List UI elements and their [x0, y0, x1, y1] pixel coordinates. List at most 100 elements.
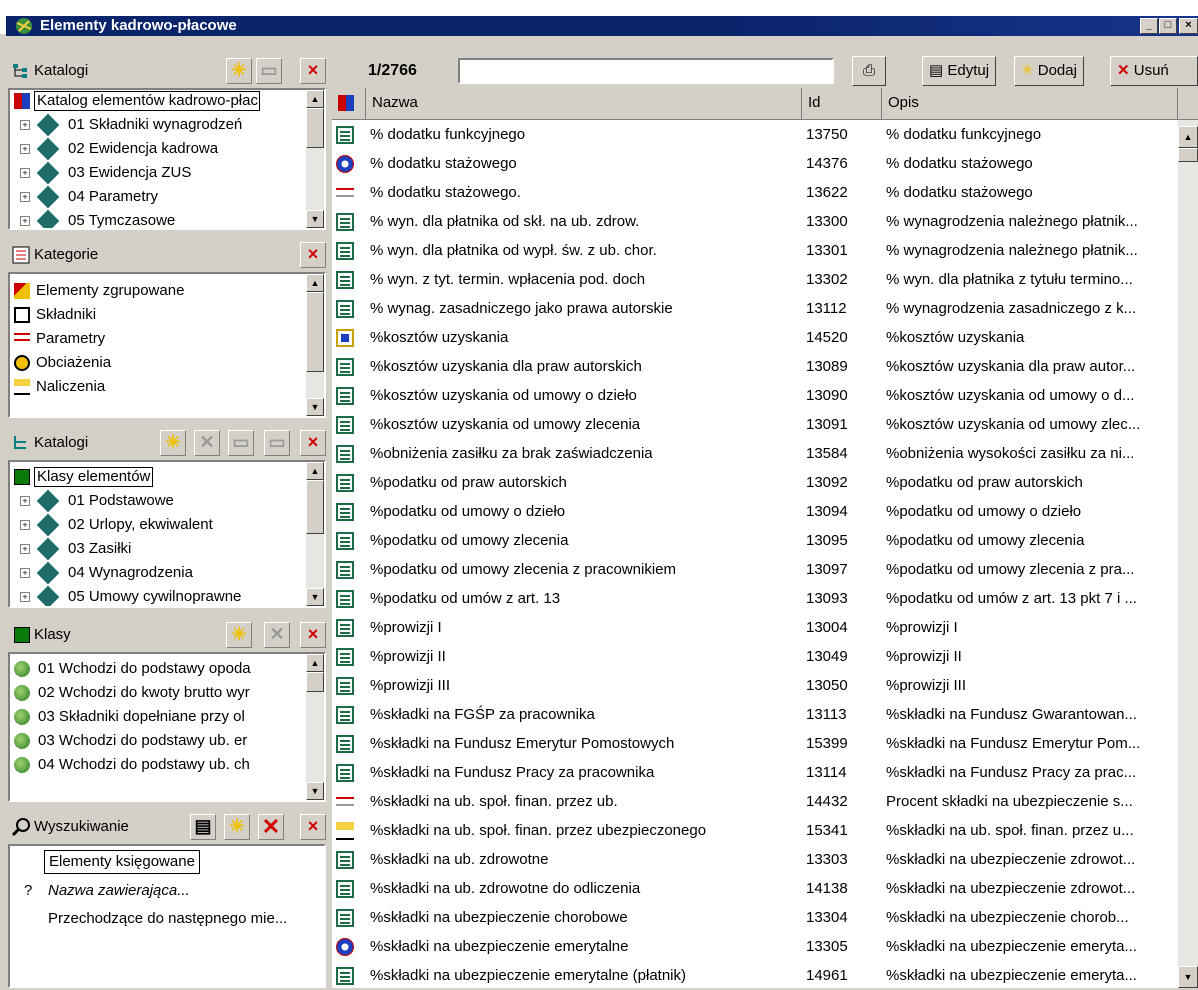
grid-scrollbar[interactable]: ▲ ▼: [1178, 120, 1198, 988]
saved-search-item[interactable]: ? Nazwa zawierająca...: [24, 880, 190, 902]
element-id: 13114: [806, 764, 847, 781]
table-row[interactable]: %składki na ubezpieczenie emerytalne 1330…: [332, 932, 1178, 961]
scroll-thumb[interactable]: [1178, 148, 1198, 162]
note-icon: [336, 387, 354, 405]
expand-icon: +: [20, 192, 30, 202]
table-row[interactable]: %podatku od umowy o dzieło 13094 %podatku …: [332, 497, 1178, 526]
cut-button[interactable]: ✕: [194, 430, 220, 456]
scroll-up-icon[interactable]: ▲: [1178, 126, 1198, 148]
table-row[interactable]: % wyn. z tyt. termin. wpłacenia pod. doc…: [332, 265, 1178, 294]
scroll-thumb[interactable]: [306, 108, 324, 148]
elements-grid[interactable]: % dodatku funkcyjnego 13750 % dodatku funk…: [332, 120, 1178, 988]
scroll-down-icon[interactable]: ▼: [1178, 966, 1198, 988]
new-folder-button[interactable]: ✳: [226, 58, 252, 84]
table-row[interactable]: %podatku od umów z art. 13 13093 %podatku …: [332, 584, 1178, 613]
table-row[interactable]: % dodatku stażowego 14376 % dodatku stażow…: [332, 149, 1178, 178]
scroll-down-icon[interactable]: ▼: [306, 782, 324, 800]
klasy-scrollbar[interactable]: ▲ ▼: [306, 654, 324, 800]
edit-search-button[interactable]: ▤: [190, 814, 216, 840]
table-row[interactable]: % wyn. dla płatnika od wypł. św. z ub. c…: [332, 236, 1178, 265]
folder-icon: ▭: [260, 60, 278, 80]
table-row[interactable]: %kosztów uzyskania 14520 %kosztów uzyskani…: [332, 323, 1178, 352]
table-row[interactable]: % dodatku funkcyjnego 13750 % dodatku funk…: [332, 120, 1178, 149]
saved-search-item[interactable]: Elementy księgowane: [44, 850, 200, 874]
list-item[interactable]: 03 Wchodzi do podstawy ub. er: [14, 730, 304, 752]
table-row[interactable]: % wynag. zasadniczego jako prawa autorsk…: [332, 294, 1178, 323]
kategorie-scrollbar[interactable]: ▲ ▼: [306, 274, 324, 416]
table-row[interactable]: %podatku od umowy zlecenia z pracownikie…: [332, 555, 1178, 584]
table-row[interactable]: %kosztów uzyskania od umowy zlecenia 1309…: [332, 410, 1178, 439]
print-button[interactable]: ⎙: [852, 56, 886, 86]
table-row[interactable]: %składki na ub. społ. finan. przez ub. 14…: [332, 787, 1178, 816]
table-row[interactable]: %podatku od praw autorskich 13092 %podatku…: [332, 468, 1178, 497]
saved-search-item[interactable]: Przechodzące do następnego mie...: [48, 908, 287, 930]
scroll-up-icon[interactable]: ▲: [306, 654, 324, 672]
table-row[interactable]: %składki na ub. społ. finan. przez ubezp…: [332, 816, 1178, 845]
katalogi-klas-scrollbar[interactable]: ▲ ▼: [306, 462, 324, 606]
katalogi-scrollbar[interactable]: ▲ ▼: [306, 90, 324, 228]
scroll-up-icon[interactable]: ▲: [306, 90, 324, 108]
folder-button[interactable]: ▭: [256, 58, 282, 84]
table-row[interactable]: %składki na ubezpieczenie emerytalne (pł…: [332, 961, 1178, 990]
table-row[interactable]: % dodatku stażowego. 13622 % dodatku stażo…: [332, 178, 1178, 207]
scroll-down-icon[interactable]: ▼: [306, 210, 324, 228]
table-row[interactable]: %składki na ub. zdrowotne do odliczenia 1…: [332, 874, 1178, 903]
column-header-id[interactable]: Id: [802, 88, 882, 120]
add-class-button[interactable]: ✳: [226, 622, 252, 648]
maximize-button[interactable]: □: [1159, 18, 1177, 34]
scroll-thumb[interactable]: [306, 672, 324, 692]
scroll-thumb[interactable]: [306, 292, 324, 372]
table-row[interactable]: %prowizji II 13049 %prowizji II: [332, 642, 1178, 671]
minimize-button[interactable]: _: [1140, 18, 1158, 34]
delete-search-button[interactable]: ×: [300, 814, 326, 840]
edit-button[interactable]: ▤ Edytuj: [922, 56, 997, 86]
table-row[interactable]: %składki na FGŚP za pracownika 13113 %skła…: [332, 700, 1178, 729]
add-search-button[interactable]: ✳: [224, 814, 250, 840]
column-header-nazwa[interactable]: Nazwa: [366, 88, 802, 120]
table-row[interactable]: %składki na ubezpieczenie chorobowe 13304…: [332, 903, 1178, 932]
folder-button[interactable]: ▭: [228, 430, 254, 456]
delete-category-button[interactable]: ×: [300, 242, 326, 268]
list-item[interactable]: 02 Wchodzi do kwoty brutto wyr: [14, 682, 304, 704]
delete-class-button[interactable]: ×: [300, 622, 326, 648]
tree-item-label: Klasy elementów: [34, 467, 154, 487]
note-icon: [336, 213, 354, 231]
folder-button[interactable]: ▭: [264, 430, 290, 456]
table-row[interactable]: %kosztów uzyskania od umowy o dzieło 1309…: [332, 381, 1178, 410]
close-window-button[interactable]: ×: [1179, 18, 1198, 34]
scroll-up-icon[interactable]: ▲: [306, 274, 324, 292]
klasy-list[interactable]: 01 Wchodzi do podstawy opoda 02 Wchodzi …: [8, 652, 326, 802]
table-row[interactable]: %prowizji III 13050 %prowizji III: [332, 671, 1178, 700]
table-row[interactable]: % wyn. dla płatnika od skł. na ub. zdrow…: [332, 207, 1178, 236]
table-row[interactable]: %składki na Fundusz Emerytur Pomostowych…: [332, 729, 1178, 758]
list-item[interactable]: 04 Wchodzi do podstawy ub. ch: [14, 754, 304, 776]
list-item[interactable]: 01 Wchodzi do podstawy opoda: [14, 658, 304, 680]
kategorie-list[interactable]: Elementy zgrupowane Składniki Parametry …: [8, 272, 326, 418]
delete-catalog-button[interactable]: ×: [300, 430, 326, 456]
delete-catalog-button[interactable]: ×: [300, 58, 326, 84]
delete-button[interactable]: ✕ Usuń: [1110, 56, 1198, 86]
table-row[interactable]: %obniżenia zasiłku za brak zaświadczenia…: [332, 439, 1178, 468]
remove-search-button[interactable]: ✕: [258, 814, 284, 840]
table-row[interactable]: %prowizji I 13004 %prowizji I: [332, 613, 1178, 642]
search-input[interactable]: [458, 58, 834, 84]
table-row[interactable]: %podatku od umowy zlecenia 13095 %podatku …: [332, 526, 1178, 555]
list-item[interactable]: 03 Składniki dopełniane przy ol: [14, 706, 304, 728]
table-row[interactable]: %składki na ub. zdrowotne 13303 %składki n…: [332, 845, 1178, 874]
katalogi-tree[interactable]: Katalog elementów kadrowo-płac +01 Skład…: [8, 88, 326, 230]
table-row[interactable]: %składki na Fundusz Pracy za pracownika 1…: [332, 758, 1178, 787]
folder-diamond-icon: [36, 585, 60, 606]
wyszukiwanie-list[interactable]: Elementy księgowane ? Nazwa zawierająca..…: [8, 844, 326, 988]
katalogi-klas-tree[interactable]: Klasy elementów +01 Podstawowe +02 Urlop…: [8, 460, 326, 608]
add-button[interactable]: ✳ Dodaj: [1014, 56, 1084, 86]
add-catalog-button[interactable]: ✳: [160, 430, 186, 456]
cut-button[interactable]: ✕: [264, 622, 290, 648]
table-row[interactable]: %kosztów uzyskania dla praw autorskich 13…: [332, 352, 1178, 381]
scroll-up-icon[interactable]: ▲: [306, 462, 324, 480]
scroll-thumb[interactable]: [306, 480, 324, 534]
folder-icon: ▭: [232, 432, 250, 452]
scroll-down-icon[interactable]: ▼: [306, 398, 324, 416]
scroll-down-icon[interactable]: ▼: [306, 588, 324, 606]
column-header-opis[interactable]: Opis: [882, 88, 1178, 120]
expand-icon: +: [20, 496, 30, 506]
